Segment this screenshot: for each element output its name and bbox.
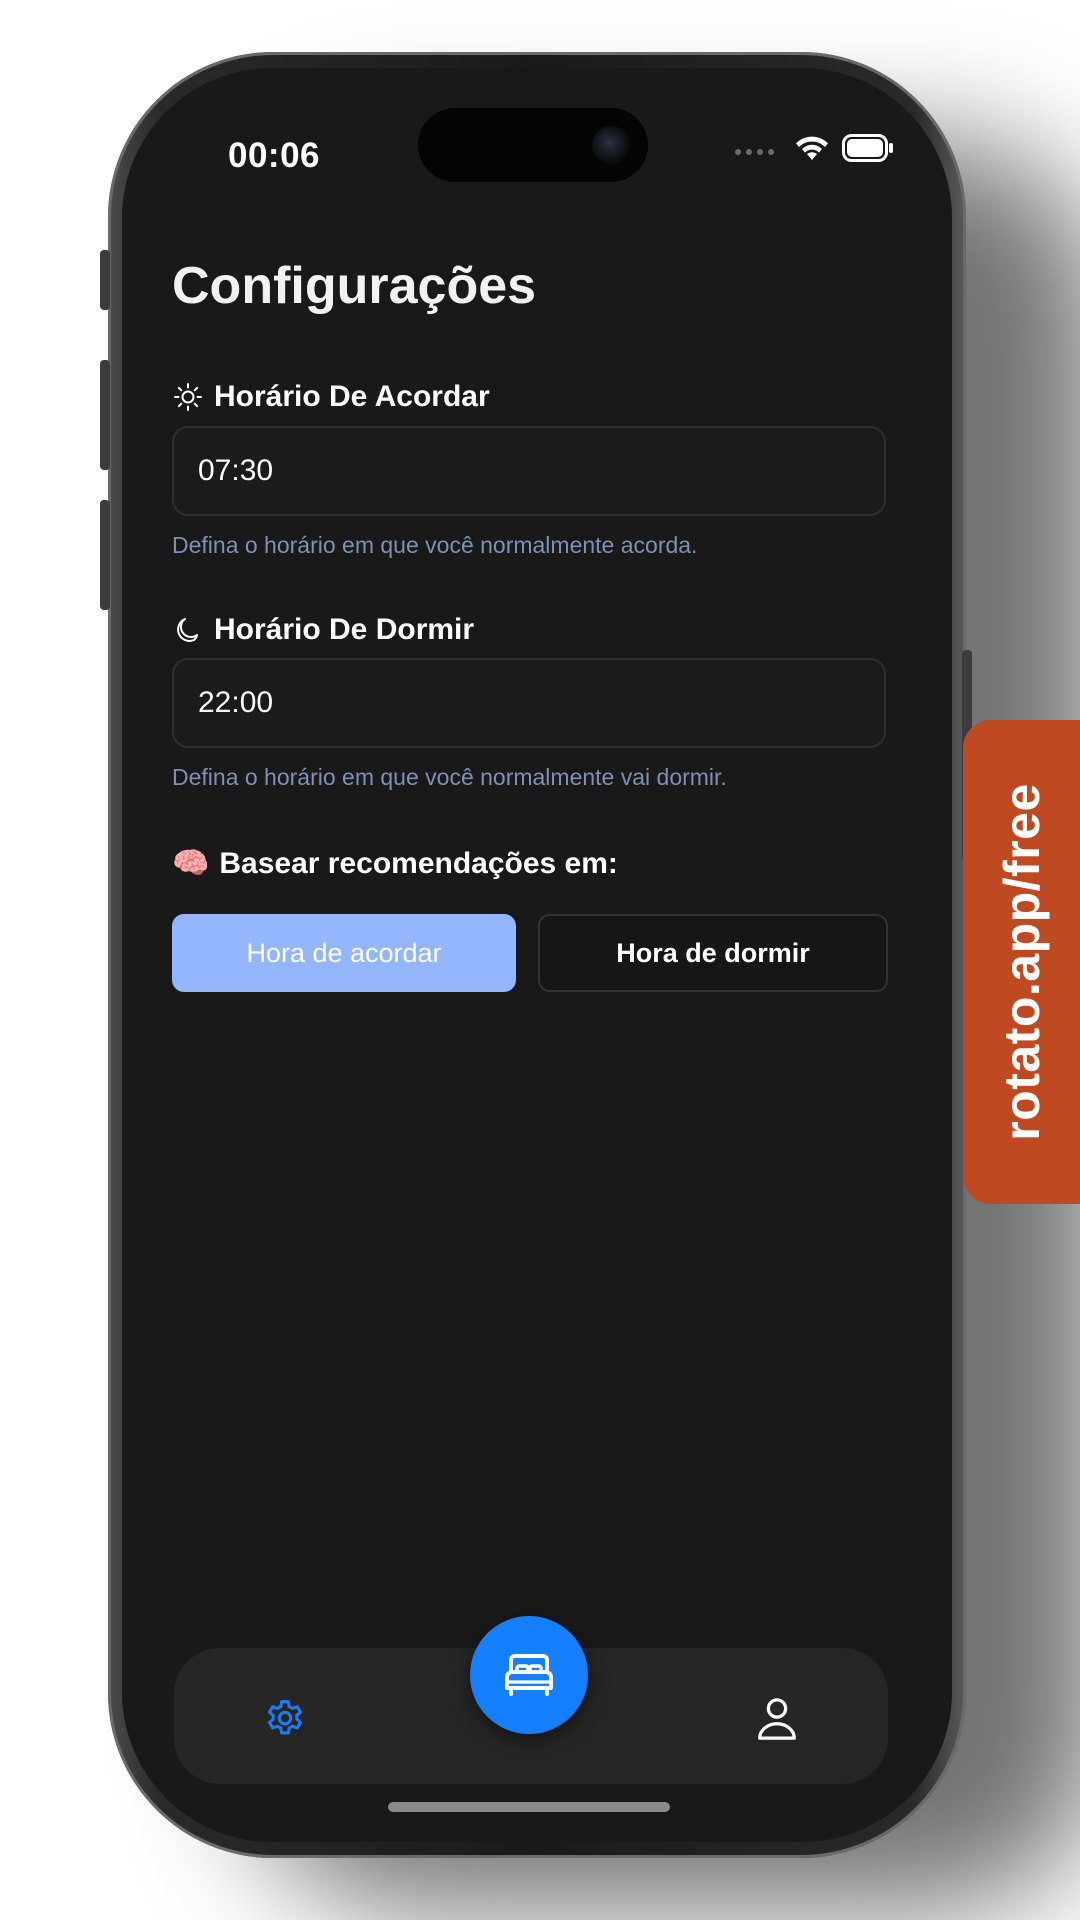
volume-up-button (100, 360, 110, 470)
watermark-text: rotato.app/free (993, 783, 1050, 1141)
bed-icon (505, 1654, 553, 1696)
wake-time-input[interactable] (172, 426, 886, 516)
wifi-icon (796, 136, 828, 160)
wake-time-label: Horário De Acordar (172, 380, 490, 414)
sun-icon (174, 383, 202, 411)
wake-time-hint: Defina o horário em que você normalmente… (172, 532, 698, 558)
sleep-time-label: Horário De Dormir (172, 613, 474, 647)
battery-icon (842, 134, 893, 162)
canvas: 00:06 Configurações Horário De Acordar 0… (0, 0, 1080, 1920)
moon-icon (177, 618, 198, 642)
person-icon (758, 1698, 796, 1740)
tab-profile[interactable] (746, 1688, 808, 1750)
gear-icon (267, 1700, 303, 1735)
status-time: 00:06 (228, 136, 321, 175)
page-title: Configurações (172, 257, 537, 315)
tab-sleep-fab[interactable] (470, 1616, 588, 1734)
brain-emoji: 🧠 (172, 847, 210, 880)
front-camera (592, 126, 630, 164)
recommendation-basis-label-text: Basear recomendações em: (219, 846, 618, 880)
rotato-watermark: rotato.app/free (963, 720, 1080, 1204)
wake-time-label-text: Horário De Acordar (214, 380, 490, 413)
wake-basis-button[interactable]: Hora de acordar (172, 914, 516, 992)
status-icons (735, 128, 894, 168)
action-button (100, 250, 110, 310)
tab-settings[interactable] (254, 1686, 316, 1748)
sleep-time-label-text: Horário De Dormir (214, 613, 475, 646)
phone-screen: 00:06 Configurações Horário De Acordar 0… (122, 68, 952, 1842)
volume-down-button (100, 500, 110, 610)
signal-dots-icon (735, 149, 774, 155)
sleep-time-input[interactable] (172, 658, 886, 748)
recommendation-basis-label: 🧠 Basear recomendações em: (172, 846, 618, 881)
sleep-time-hint: Defina o horário em que você normalmente… (172, 764, 727, 790)
sleep-basis-button[interactable]: Hora de dormir (538, 914, 888, 992)
home-indicator[interactable] (388, 1802, 670, 1812)
dynamic-island (418, 108, 648, 182)
